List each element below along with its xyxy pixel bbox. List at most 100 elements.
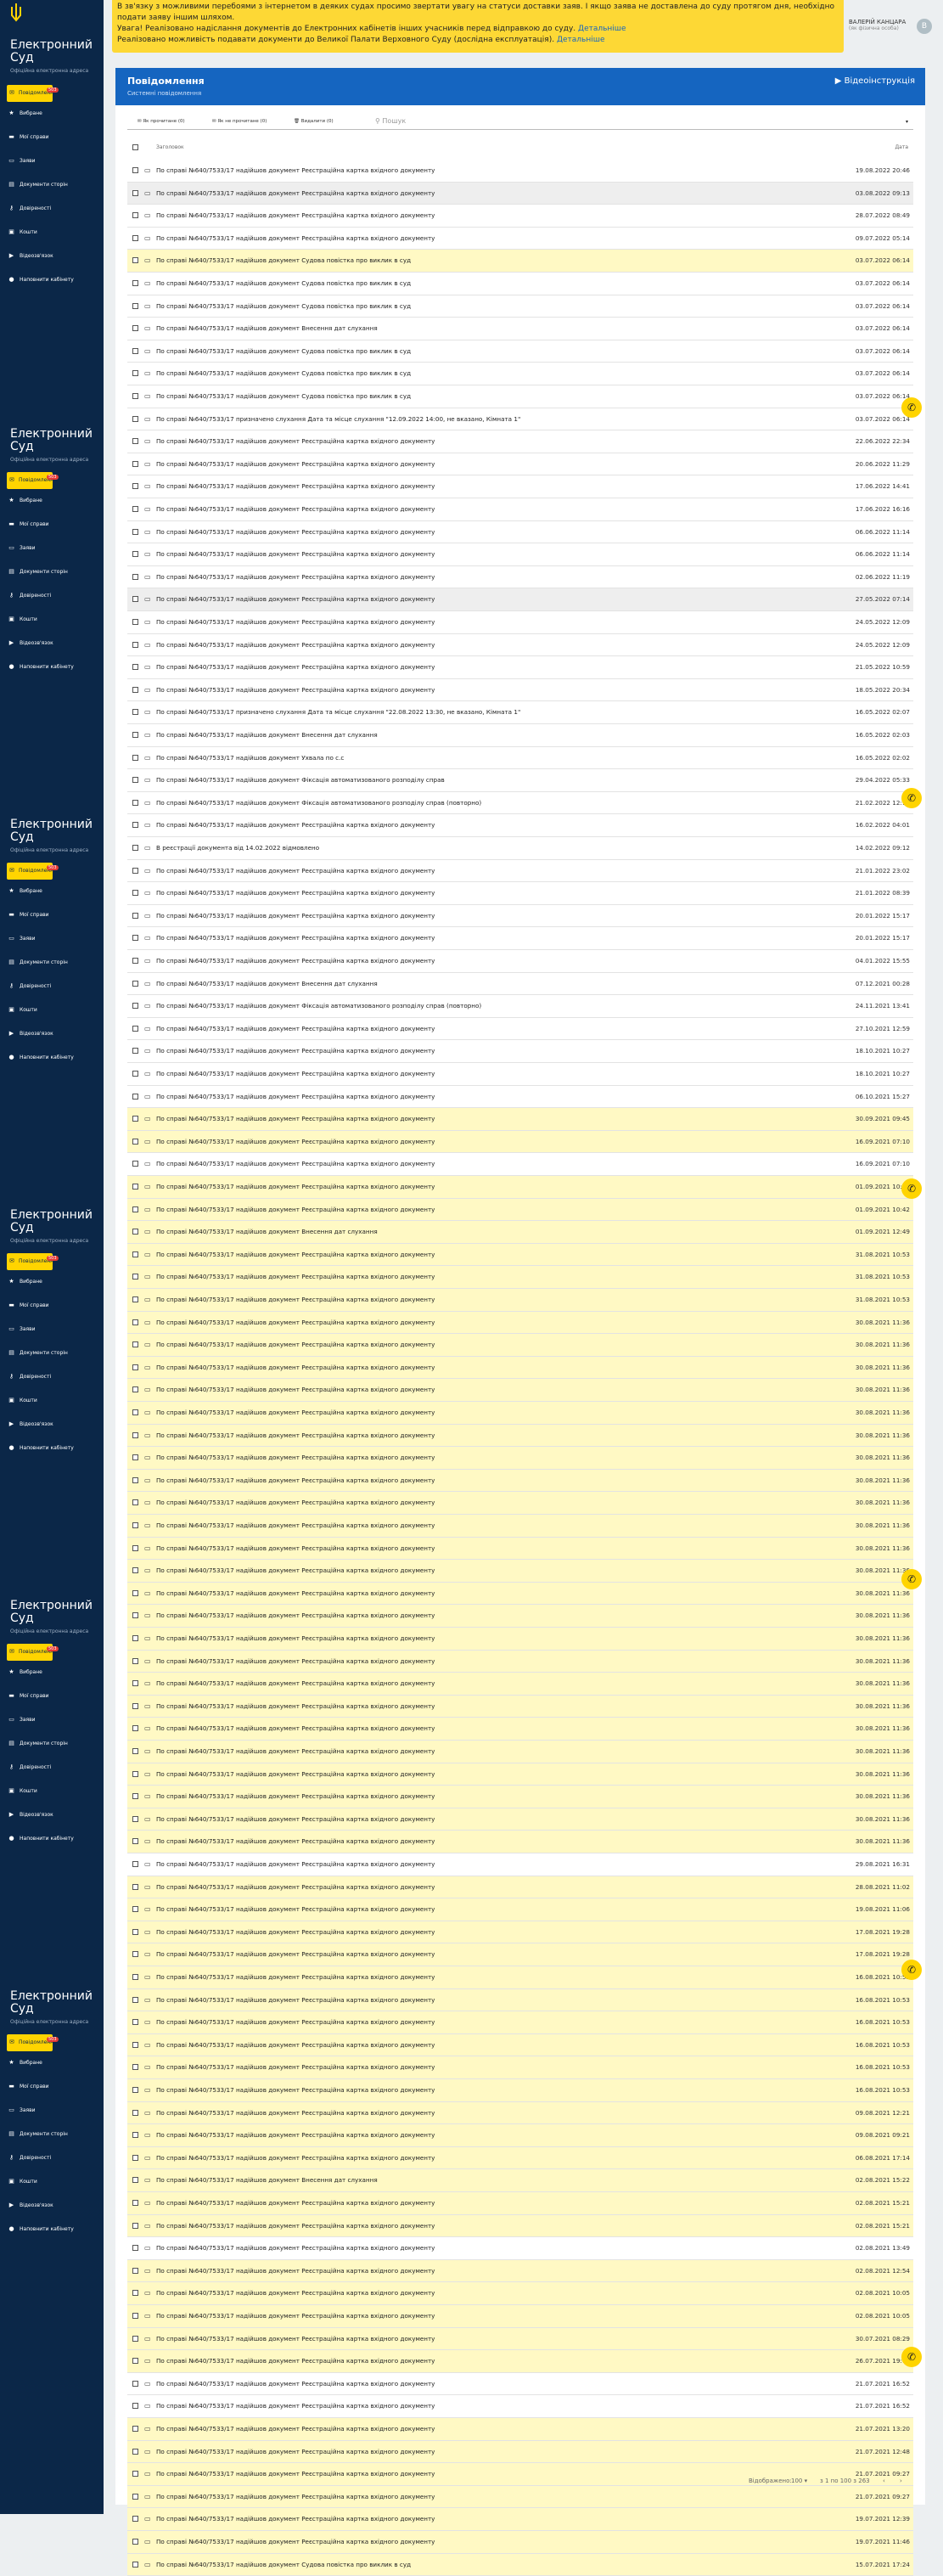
- sidebar-item-3[interactable]: ▤ Документи сторін: [8, 2131, 68, 2143]
- row-subject[interactable]: По справі №640/7533/17 надійшов документ…: [156, 1747, 435, 1755]
- sidebar-item-2[interactable]: ▭ Заяви: [8, 936, 35, 948]
- row-checkbox[interactable]: [132, 2154, 138, 2161]
- row-checkbox[interactable]: [132, 2019, 138, 2026]
- sidebar-item-4[interactable]: ⚷ Довіреності: [8, 983, 51, 995]
- table-row[interactable]: ▭ По справі №640/7533/17 надійшов докумен…: [127, 1853, 913, 1876]
- row-subject[interactable]: По справі №640/7533/17 надійшов документ…: [156, 1589, 435, 1597]
- row-checkbox[interactable]: [132, 1544, 138, 1551]
- row-checkbox[interactable]: [132, 1093, 138, 1100]
- row-subject[interactable]: По справі №640/7533/17 надійшов документ…: [156, 2538, 435, 2545]
- row-subject[interactable]: По справі №640/7533/17 надійшов документ…: [156, 799, 481, 807]
- row-checkbox[interactable]: [132, 732, 138, 738]
- sidebar-item-7[interactable]: ● Наповнити кабінету: [8, 1055, 73, 1066]
- table-row[interactable]: ▭ По справі №640/7533/17 надійшов докумен…: [127, 1898, 913, 1921]
- table-row[interactable]: ▭ По справі №640/7533/17 надійшов докумен…: [127, 950, 913, 973]
- table-row[interactable]: ▭ По справі №640/7533/17 надійшов докумен…: [127, 2373, 913, 2396]
- table-row[interactable]: ▭ По справі №640/7533/17 надійшов докумен…: [127, 1447, 913, 1470]
- row-subject[interactable]: По справі №640/7533/17 надійшов документ…: [156, 1093, 435, 1100]
- row-checkbox[interactable]: [132, 1748, 138, 1754]
- prev-page-button[interactable]: ‹: [883, 2478, 885, 2484]
- row-subject[interactable]: По справі №640/7533/17 надійшов документ…: [156, 2244, 435, 2252]
- sidebar-item-3[interactable]: ▤ Документи сторін: [8, 182, 68, 194]
- row-checkbox[interactable]: [132, 1612, 138, 1619]
- sidebar-item-notifications[interactable]: ✉ Повідомлення 503: [7, 863, 59, 880]
- row-subject[interactable]: По справі №640/7533/17 надійшов документ…: [156, 1047, 435, 1055]
- table-row[interactable]: ▭ По справі №640/7533/17 надійшов докумен…: [127, 182, 913, 205]
- row-subject[interactable]: По справі №640/7533/17 надійшов документ…: [156, 1566, 435, 1574]
- row-subject[interactable]: По справі №640/7533/17 надійшов документ…: [156, 2425, 435, 2433]
- row-subject[interactable]: По справі №640/7533/17 надійшов документ…: [156, 1296, 435, 1303]
- row-subject[interactable]: По справі №640/7533/17 надійшов документ…: [156, 1431, 435, 1439]
- sidebar-item-notifications[interactable]: ✉ Повідомлення 503: [7, 85, 59, 102]
- row-checkbox[interactable]: [132, 1815, 138, 1822]
- row-checkbox[interactable]: [132, 2245, 138, 2252]
- row-subject[interactable]: По справі №640/7533/17 надійшов документ…: [156, 2312, 435, 2320]
- table-row[interactable]: ▭ По справі №640/7533/17 надійшов докумен…: [127, 1741, 913, 1763]
- row-checkbox[interactable]: [132, 1680, 138, 1687]
- col-subject[interactable]: Заголовок: [156, 144, 184, 150]
- row-checkbox[interactable]: [132, 234, 138, 241]
- row-checkbox[interactable]: [132, 596, 138, 603]
- row-checkbox[interactable]: [132, 1048, 138, 1055]
- table-row[interactable]: ▭ По справі №640/7533/17 надійшов докумен…: [127, 2124, 913, 2147]
- row-subject[interactable]: По справі №640/7533/17 надійшов документ…: [156, 2086, 435, 2094]
- sidebar-item-0[interactable]: ★ Вибране: [8, 1279, 42, 1291]
- table-row[interactable]: ▭ По справі №640/7533/17 надійшов докумен…: [127, 1018, 913, 1041]
- table-row[interactable]: ▭ По справі №640/7533/17 надійшов докумен…: [127, 2305, 913, 2328]
- sidebar-item-4[interactable]: ⚷ Довіреності: [8, 205, 51, 217]
- table-row[interactable]: ▭ По справі №640/7533/17 надійшов докумен…: [127, 1560, 913, 1583]
- sidebar-item-5[interactable]: ▣ Кошти: [8, 616, 37, 628]
- sidebar-item-7[interactable]: ● Наповнити кабінету: [8, 277, 73, 289]
- row-subject[interactable]: По справі №640/7533/17 надійшов документ…: [156, 1521, 435, 1529]
- sidebar-item-6[interactable]: ▶ Відеозв'язок: [8, 1812, 53, 1824]
- row-checkbox[interactable]: [132, 1454, 138, 1461]
- table-row[interactable]: ▭ По справі №640/7533/17 надійшов докумен…: [127, 611, 913, 634]
- row-checkbox[interactable]: [132, 2335, 138, 2342]
- row-checkbox[interactable]: [132, 935, 138, 942]
- sidebar-item-1[interactable]: ▬ Мої справи: [8, 134, 48, 146]
- row-checkbox[interactable]: [132, 1431, 138, 1438]
- row-subject[interactable]: По справі №640/7533/17 надійшов документ…: [156, 641, 435, 649]
- row-subject[interactable]: По справі №640/7533/17 надійшов документ…: [156, 1996, 435, 2004]
- sidebar-item-5[interactable]: ▣ Кошти: [8, 1007, 37, 1019]
- row-checkbox[interactable]: [132, 1635, 138, 1641]
- table-row[interactable]: ▭ По справі №640/7533/17 надійшов докумен…: [127, 2418, 913, 2441]
- sidebar-item-3[interactable]: ▤ Документи сторін: [8, 1741, 68, 1752]
- row-subject[interactable]: По справі №640/7533/17 надійшов документ…: [156, 1115, 435, 1122]
- phone-call-icon[interactable]: ✆: [901, 1569, 922, 1589]
- row-subject[interactable]: По справі №640/7533/17 надійшов документ…: [156, 731, 378, 739]
- row-subject[interactable]: По справі №640/7533/17 надійшов документ…: [156, 2154, 435, 2162]
- row-subject[interactable]: По справі №640/7533/17 надійшов документ…: [156, 528, 435, 536]
- col-date[interactable]: Дата: [895, 144, 908, 150]
- table-row[interactable]: ▭ По справі №640/7533/17 надійшов докумен…: [127, 1808, 913, 1831]
- phone-call-icon[interactable]: ✆: [901, 1960, 922, 1980]
- sidebar-item-2[interactable]: ▭ Заяви: [8, 1717, 35, 1729]
- row-checkbox[interactable]: [132, 777, 138, 784]
- table-row[interactable]: ▭ По справі №640/7533/17 надійшов докумен…: [127, 2531, 913, 2554]
- table-row[interactable]: ▭ По справі №640/7533/17 надійшов докумен…: [127, 2101, 913, 2125]
- notice-link-2[interactable]: Детальніше: [557, 36, 605, 44]
- row-checkbox[interactable]: [132, 2448, 138, 2455]
- row-subject[interactable]: По справі №640/7533/17 надійшов документ…: [156, 256, 411, 264]
- row-checkbox[interactable]: [132, 2403, 138, 2410]
- sidebar-item-notifications[interactable]: ✉ Повідомлення 503: [7, 472, 59, 489]
- row-subject[interactable]: По справі №640/7533/17 надійшов документ…: [156, 1499, 435, 1506]
- row-checkbox[interactable]: [132, 867, 138, 874]
- table-row[interactable]: ▭ По справі №640/7533/17 надійшов докумен…: [127, 1198, 913, 1222]
- row-subject[interactable]: По справі №640/7533/17 надійшов документ…: [156, 618, 435, 626]
- row-subject[interactable]: По справі №640/7533/17 надійшов документ…: [156, 2109, 435, 2117]
- sidebar-item-6[interactable]: ▶ Відеозв'язок: [8, 1421, 53, 1433]
- row-checkbox[interactable]: [132, 1251, 138, 1257]
- row-checkbox[interactable]: [132, 1951, 138, 1958]
- row-subject[interactable]: По справі №640/7533/17 надійшов документ…: [156, 505, 435, 513]
- row-checkbox[interactable]: [132, 2313, 138, 2319]
- row-subject[interactable]: По справі №640/7533/17 надійшов документ…: [156, 1273, 435, 1280]
- table-row[interactable]: ▭ По справі №640/7533/17 надійшов докумен…: [127, 1266, 913, 1289]
- row-checkbox[interactable]: [132, 189, 138, 196]
- row-subject[interactable]: По справі №640/7533/17 надійшов документ…: [156, 889, 435, 897]
- row-checkbox[interactable]: [132, 573, 138, 580]
- phone-call-icon[interactable]: ✆: [901, 2347, 922, 2367]
- table-row[interactable]: ▭ По справі №640/7533/17 надійшов докумен…: [127, 905, 913, 928]
- row-subject[interactable]: По справі №640/7533/17 надійшов документ…: [156, 1611, 435, 1619]
- avatar[interactable]: В: [917, 19, 932, 34]
